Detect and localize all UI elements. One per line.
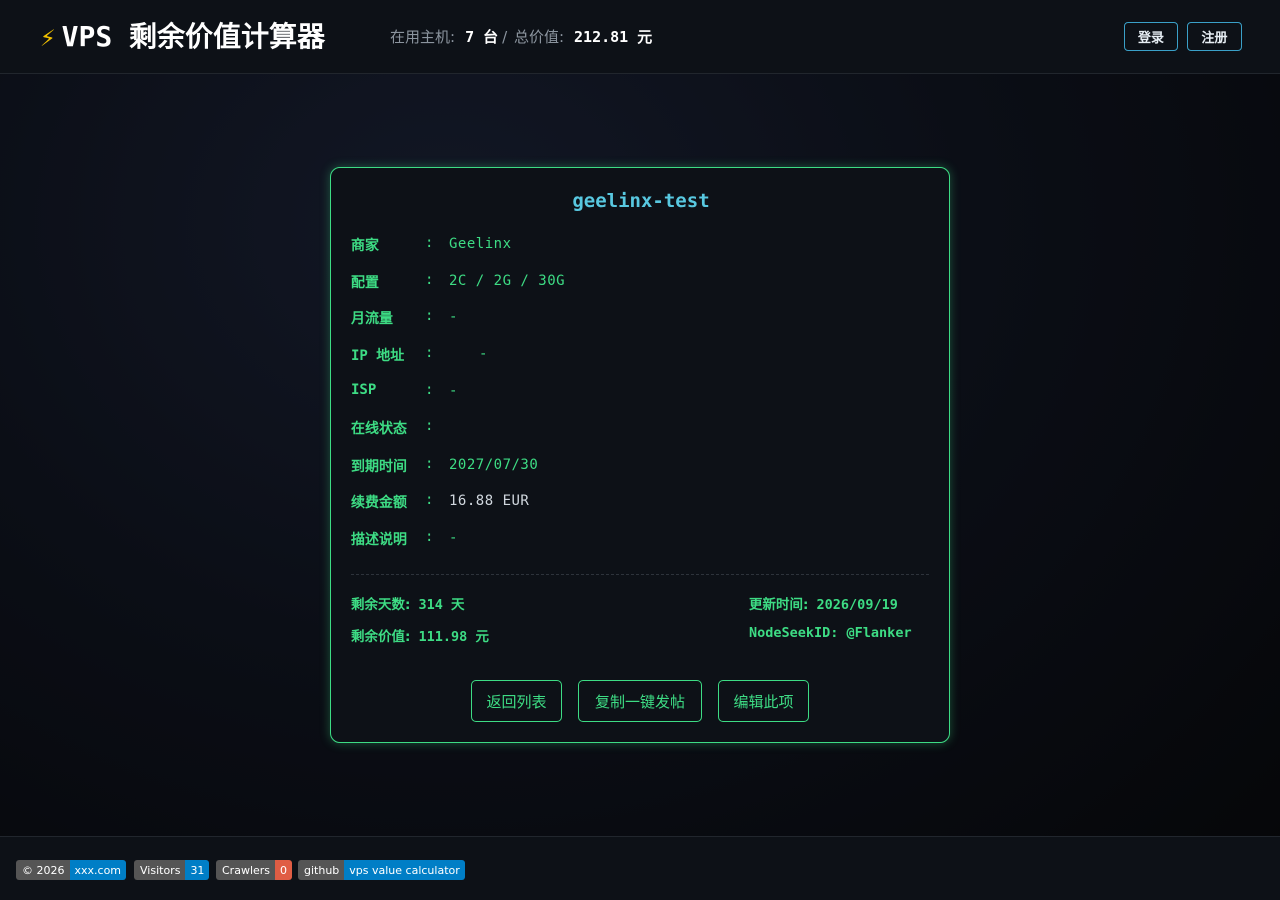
nodeseek-value: @Flanker	[846, 625, 912, 641]
field-value: -	[449, 309, 458, 325]
hosts-value: 7 台	[465, 28, 499, 46]
field-label: IP 地址	[351, 348, 405, 364]
field-row-ip: IP 地址 : -	[351, 345, 911, 369]
field-label: 续费金额	[351, 495, 407, 511]
field-row-expiry: 到期时间 : 2027/07/30	[351, 456, 911, 480]
field-colon: :	[425, 308, 434, 324]
lightning-icon: ⚡	[40, 23, 56, 53]
badge-label: Crawlers	[216, 860, 276, 880]
total-value-label: 总价值:	[513, 28, 565, 46]
field-label: 商家	[351, 238, 379, 254]
badge-label: © 2026	[16, 860, 70, 880]
crawlers-badge[interactable]: Crawlers 0	[216, 860, 293, 880]
stats-separator: /	[502, 28, 508, 46]
updated-time: 更新时间: 2026/09/19	[749, 593, 898, 613]
remaining-days-value: 314 天	[418, 597, 465, 613]
field-colon: :	[425, 418, 434, 434]
remaining-value-label: 剩余价值:	[351, 629, 411, 645]
field-value: -	[479, 346, 488, 362]
field-label: ISP	[351, 382, 377, 398]
login-button[interactable]: 登录	[1124, 22, 1178, 51]
field-row-online-status: 在线状态 :	[351, 418, 911, 442]
field-colon: :	[425, 345, 434, 361]
field-row-isp: ISP : -	[351, 382, 911, 406]
vps-detail-card: geelinx-test 商家 : Geelinx 配置 : 2C / 2G /…	[330, 167, 950, 743]
badge-value: 31	[185, 860, 210, 880]
back-to-list-button[interactable]: 返回列表	[471, 680, 562, 722]
field-colon: :	[425, 272, 434, 288]
total-value: 212.81 元	[574, 28, 653, 46]
nodeseek-label: NodeSeekID:	[749, 625, 839, 641]
nodeseek-id: NodeSeekID: @Flanker	[749, 625, 912, 641]
field-row-config: 配置 : 2C / 2G / 30G	[351, 272, 911, 296]
page-footer: © 2026 xxx.com Visitors 31 Crawlers 0 gi…	[0, 836, 1280, 900]
field-value: 2C / 2G / 30G	[449, 273, 566, 289]
field-colon: :	[425, 492, 434, 508]
field-label: 月流量	[351, 311, 393, 327]
badge-value: xxx.com	[69, 860, 127, 880]
field-colon: :	[425, 456, 434, 472]
badge-label: github	[298, 860, 345, 880]
remaining-days-label: 剩余天数:	[351, 597, 411, 613]
updated-label: 更新时间:	[749, 597, 809, 613]
remaining-value-value: 111.98 元	[418, 629, 489, 645]
field-value: -	[449, 383, 458, 399]
badge-label: Visitors	[134, 860, 186, 880]
field-label: 在线状态	[351, 421, 407, 437]
visitors-badge[interactable]: Visitors 31	[134, 860, 210, 880]
field-colon: :	[425, 235, 434, 251]
field-value: -	[449, 530, 458, 546]
updated-value: 2026/09/19	[816, 597, 898, 613]
edit-item-button[interactable]: 编辑此项	[718, 680, 809, 722]
field-value: 16.88 EUR	[449, 493, 530, 509]
section-divider	[351, 574, 929, 575]
app-logo: ⚡ VPS 剩余价值计算器	[40, 15, 325, 55]
hosts-label: 在用主机:	[390, 28, 456, 46]
field-value: Geelinx	[449, 236, 512, 252]
top-header: ⚡ VPS 剩余价值计算器 在用主机: 7 台 / 总价值: 212.81 元 登录 注…	[0, 0, 1280, 74]
register-button[interactable]: 注册	[1187, 22, 1242, 51]
field-value: 2027/07/30	[449, 457, 539, 473]
field-row-description: 描述说明 : -	[351, 529, 911, 553]
field-label: 到期时间	[351, 459, 407, 475]
field-label: 描述说明	[351, 532, 407, 548]
badge-value: vps value calculator	[344, 860, 465, 880]
summary-stats: 在用主机: 7 台 / 总价值: 212.81 元	[390, 26, 656, 47]
app-title: VPS 剩余价值计算器	[61, 20, 326, 53]
copy-post-button[interactable]: 复制一键发帖	[578, 680, 702, 722]
field-colon: :	[425, 382, 434, 398]
remaining-value: 剩余价值: 111.98 元	[351, 625, 489, 645]
field-row-traffic: 月流量 : -	[351, 308, 911, 332]
remaining-days: 剩余天数: 314 天	[351, 593, 465, 613]
badge-value: 0	[275, 860, 293, 880]
field-row-renewal: 续费金额 : 16.88 EUR	[351, 492, 911, 516]
field-label: 配置	[351, 275, 379, 291]
github-badge[interactable]: github vps value calculator	[298, 860, 465, 880]
field-colon: :	[425, 529, 434, 545]
field-row-merchant: 商家 : Geelinx	[351, 235, 911, 259]
copyright-badge[interactable]: © 2026 xxx.com	[16, 860, 127, 880]
card-actions: 返回列表 复制一键发帖 编辑此项	[331, 680, 951, 722]
card-title: geelinx-test	[572, 190, 710, 212]
